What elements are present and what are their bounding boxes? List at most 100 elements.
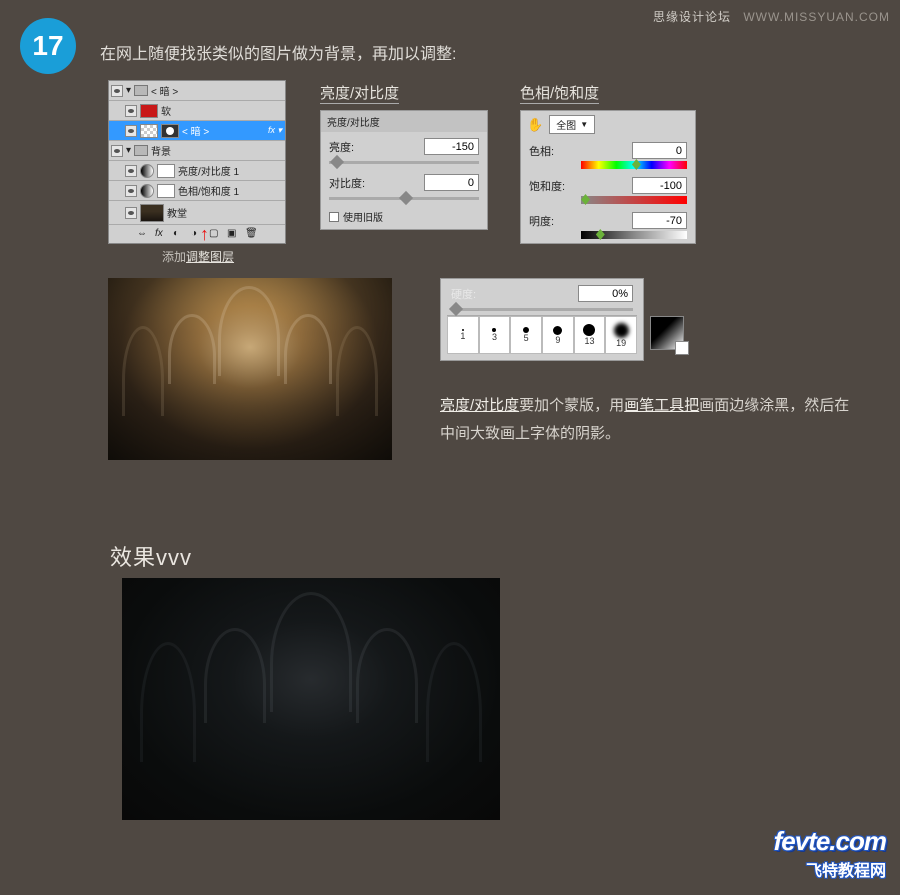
link-icon[interactable]: ⇔ bbox=[137, 228, 149, 240]
legacy-checkbox-row[interactable]: 使用旧版 bbox=[321, 204, 487, 229]
layer-thumb bbox=[140, 204, 164, 222]
saturation-slider[interactable] bbox=[581, 196, 687, 204]
visibility-toggle-icon[interactable] bbox=[111, 145, 123, 157]
brightness-label: 亮度: bbox=[329, 139, 379, 155]
visibility-toggle-icon[interactable] bbox=[125, 165, 137, 177]
visibility-toggle-icon[interactable] bbox=[125, 207, 137, 219]
watermark-url: fevte.com bbox=[774, 826, 886, 857]
layer-soft[interactable]: 软 bbox=[109, 101, 285, 121]
lightness-input[interactable] bbox=[632, 212, 687, 229]
slider-thumb-icon[interactable] bbox=[596, 229, 605, 240]
layer-dark-selected[interactable]: < 暗 > fx ▾ bbox=[109, 121, 285, 141]
layer-group-bg[interactable]: ▾ 背景 bbox=[109, 141, 285, 161]
hue-saturation-block: 色相/饱和度 ✋ 全图 色相: 饱和度: 明度: bbox=[520, 82, 696, 244]
color-swatch[interactable] bbox=[650, 316, 684, 350]
saturation-input[interactable] bbox=[632, 177, 687, 194]
saturation-label: 饱和度: bbox=[529, 178, 574, 194]
hardness-label: 硬度: bbox=[451, 286, 491, 302]
contrast-slider[interactable] bbox=[329, 197, 479, 200]
lightness-row: 明度: bbox=[521, 208, 695, 231]
inline-underline: 亮度/对比度 bbox=[440, 397, 519, 414]
brightness-slider[interactable] bbox=[329, 161, 479, 164]
saturation-row: 饱和度: bbox=[521, 173, 695, 196]
watermark-top-url: WWW.MISSYUAN.COM bbox=[743, 10, 890, 24]
hardness-input[interactable] bbox=[578, 285, 633, 302]
layer-adj-hue[interactable]: 色相/饱和度 1 bbox=[109, 181, 285, 201]
hue-title: 色相/饱和度 bbox=[520, 82, 599, 104]
hardness-slider[interactable] bbox=[451, 308, 633, 311]
watermark-bottom: fevte.com 飞特教程网 bbox=[774, 826, 886, 881]
add-adjustment-label: 添加调整图层 bbox=[162, 248, 234, 265]
lightness-slider[interactable] bbox=[581, 231, 687, 239]
fx-badge: fx ▾ bbox=[268, 125, 282, 136]
brush-preset[interactable]: 5 bbox=[510, 316, 542, 354]
result-image bbox=[122, 578, 500, 820]
brightness-contrast-block: 亮度/对比度 亮度/对比度 亮度: 对比度: 使用旧版 bbox=[320, 82, 488, 230]
watermark-cn: 飞特教程网 bbox=[774, 857, 886, 881]
visibility-toggle-icon[interactable] bbox=[111, 85, 123, 97]
brush-panel: 硬度: 1 3 5 9 13 19 bbox=[440, 278, 644, 361]
hue-input[interactable] bbox=[632, 142, 687, 159]
layers-panel: ▾ < 暗 > 软 < 暗 > fx ▾ ▾ 背景 亮度/对比度 1 色相/饱和… bbox=[108, 80, 286, 244]
preset-size: 3 bbox=[492, 332, 497, 342]
mask-thumb bbox=[157, 184, 175, 198]
contrast-label: 对比度: bbox=[329, 175, 379, 191]
hand-tool-icon[interactable]: ✋ bbox=[527, 117, 543, 133]
layer-group-dark[interactable]: ▾ < 暗 > bbox=[109, 81, 285, 101]
layer-label: 亮度/对比度 1 bbox=[178, 163, 285, 178]
reference-image bbox=[108, 278, 392, 460]
new-layer-icon[interactable]: ▣ bbox=[227, 228, 239, 240]
hue-panel-top: ✋ 全图 bbox=[521, 111, 695, 138]
fx-menu-icon[interactable]: fx bbox=[155, 228, 167, 240]
layer-thumb bbox=[140, 124, 158, 138]
watermark-top: 思缘设计论坛 WWW.MISSYUAN.COM bbox=[653, 8, 890, 25]
brightness-row: 亮度: bbox=[321, 132, 487, 161]
instruction-paragraph: 亮度/对比度要加个蒙版，用画笔工具把画面边缘涂黑，然后在中间大致画上字体的阴影。 bbox=[440, 392, 860, 448]
slider-thumb-icon[interactable] bbox=[581, 194, 590, 205]
step-instruction: 在网上随便找张类似的图片做为背景，再加以调整: bbox=[100, 40, 456, 64]
brush-preset[interactable]: 3 bbox=[479, 316, 511, 354]
delete-icon[interactable]: 🗑 bbox=[245, 228, 257, 240]
hue-slider[interactable] bbox=[581, 161, 687, 169]
preset-size: 5 bbox=[524, 333, 529, 343]
step-number-badge: 17 bbox=[20, 18, 76, 74]
lightness-label: 明度: bbox=[529, 213, 574, 229]
color-swatch-secondary[interactable] bbox=[675, 341, 689, 355]
layer-label: 软 bbox=[161, 103, 285, 118]
brush-preset[interactable]: 9 bbox=[542, 316, 574, 354]
preset-size: 13 bbox=[584, 336, 594, 346]
preset-size: 19 bbox=[616, 338, 626, 348]
brush-preset[interactable]: 1 bbox=[447, 316, 479, 354]
brightness-input[interactable] bbox=[424, 138, 479, 155]
collapse-icon[interactable]: ▾ bbox=[126, 145, 131, 156]
preset-size: 9 bbox=[555, 335, 560, 345]
layer-adj-brightness[interactable]: 亮度/对比度 1 bbox=[109, 161, 285, 181]
hue-row: 色相: bbox=[521, 138, 695, 161]
brush-preset[interactable]: 19 bbox=[605, 316, 637, 354]
hue-panel: ✋ 全图 色相: 饱和度: 明度: bbox=[520, 110, 696, 244]
new-group-icon[interactable]: ▢ bbox=[209, 228, 221, 240]
brush-preset[interactable]: 13 bbox=[574, 316, 606, 354]
visibility-toggle-icon[interactable] bbox=[125, 185, 137, 197]
layer-cathedral[interactable]: 教堂 bbox=[109, 201, 285, 225]
legacy-label: 使用旧版 bbox=[343, 209, 383, 224]
slider-thumb-icon[interactable] bbox=[632, 159, 641, 170]
inline-underline: 画笔工具把 bbox=[624, 397, 699, 414]
brightness-title: 亮度/对比度 bbox=[320, 82, 399, 104]
checkbox-icon[interactable] bbox=[329, 212, 339, 222]
hue-preset-select[interactable]: 全图 bbox=[549, 115, 595, 134]
brightness-panel: 亮度/对比度 亮度: 对比度: 使用旧版 bbox=[320, 110, 488, 230]
layer-label: 色相/饱和度 1 bbox=[178, 183, 285, 198]
hue-label: 色相: bbox=[529, 143, 574, 159]
collapse-icon[interactable]: ▾ bbox=[126, 85, 131, 96]
folder-icon bbox=[134, 145, 148, 156]
layer-label: 教堂 bbox=[167, 205, 285, 220]
mask-button-icon[interactable]: ◐ bbox=[173, 228, 185, 240]
brightness-panel-header: 亮度/对比度 bbox=[321, 111, 487, 132]
visibility-toggle-icon[interactable] bbox=[125, 125, 137, 137]
adjustment-icon bbox=[140, 184, 154, 198]
preset-size: 1 bbox=[460, 331, 465, 341]
visibility-toggle-icon[interactable] bbox=[125, 105, 137, 117]
contrast-input[interactable] bbox=[424, 174, 479, 191]
brush-hardness-row: 硬度: bbox=[441, 279, 643, 308]
